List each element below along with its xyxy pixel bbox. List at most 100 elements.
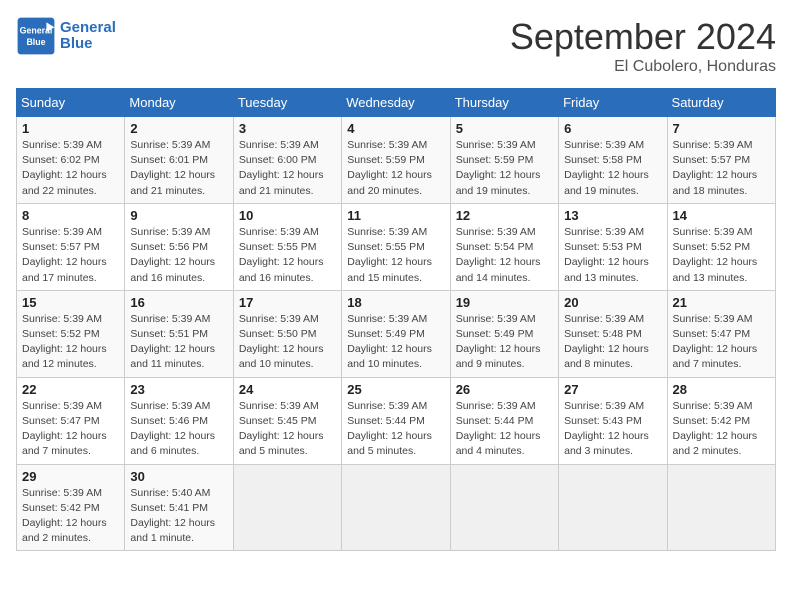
- day-info: Sunrise: 5:39 AM Sunset: 5:59 PM Dayligh…: [347, 138, 444, 199]
- calendar-week-row: 29 Sunrise: 5:39 AM Sunset: 5:42 PM Dayli…: [17, 464, 776, 551]
- day-number: 3: [239, 121, 336, 136]
- svg-text:Blue: Blue: [26, 37, 45, 47]
- calendar-day: 8Sunrise: 5:39 AM Sunset: 5:57 PM Daylig…: [17, 203, 125, 290]
- calendar-day: 14 Sunrise: 5:39 AM Sunset: 5:52 PM Dayli…: [667, 203, 775, 290]
- day-info: Sunrise: 5:39 AM Sunset: 5:57 PM Dayligh…: [673, 138, 770, 199]
- day-number: 12: [456, 208, 553, 223]
- calendar-day: 21 Sunrise: 5:39 AM Sunset: 5:47 PM Dayli…: [667, 290, 775, 377]
- day-number: 24: [239, 382, 336, 397]
- day-info: Sunrise: 5:39 AM Sunset: 5:54 PM Dayligh…: [456, 225, 553, 286]
- calendar-day: 4 Sunrise: 5:39 AM Sunset: 5:59 PM Daylig…: [342, 117, 450, 204]
- calendar-day: [233, 464, 341, 551]
- calendar-day: [450, 464, 558, 551]
- calendar-week-row: 8Sunrise: 5:39 AM Sunset: 5:57 PM Daylig…: [17, 203, 776, 290]
- day-info: Sunrise: 5:40 AM Sunset: 5:41 PM Dayligh…: [130, 486, 227, 547]
- day-info: Sunrise: 5:39 AM Sunset: 5:47 PM Dayligh…: [673, 312, 770, 373]
- logo-text: General Blue: [60, 20, 116, 53]
- day-info: Sunrise: 5:39 AM Sunset: 5:46 PM Dayligh…: [130, 399, 227, 460]
- calendar-table: SundayMondayTuesdayWednesdayThursdayFrid…: [16, 88, 776, 551]
- day-number: 22: [22, 382, 119, 397]
- day-info: Sunrise: 5:39 AM Sunset: 6:01 PM Dayligh…: [130, 138, 227, 199]
- calendar-day: 3 Sunrise: 5:39 AM Sunset: 6:00 PM Daylig…: [233, 117, 341, 204]
- calendar-day: 12 Sunrise: 5:39 AM Sunset: 5:54 PM Dayli…: [450, 203, 558, 290]
- calendar-day: 28Sunrise: 5:39 AM Sunset: 5:42 PM Dayli…: [667, 377, 775, 464]
- location-subtitle: El Cubolero, Honduras: [510, 58, 776, 76]
- day-info: Sunrise: 5:39 AM Sunset: 5:42 PM Dayligh…: [22, 486, 119, 547]
- calendar-day: 22 Sunrise: 5:39 AM Sunset: 5:47 PM Dayli…: [17, 377, 125, 464]
- day-info: Sunrise: 5:39 AM Sunset: 5:51 PM Dayligh…: [130, 312, 227, 373]
- calendar-day: 11Sunrise: 5:39 AM Sunset: 5:55 PM Dayli…: [342, 203, 450, 290]
- calendar-body: 1 Sunrise: 5:39 AM Sunset: 6:02 PM Daylig…: [17, 117, 776, 551]
- day-info: Sunrise: 5:39 AM Sunset: 5:49 PM Dayligh…: [456, 312, 553, 373]
- calendar-day: 25 Sunrise: 5:39 AM Sunset: 5:44 PM Dayli…: [342, 377, 450, 464]
- day-info: Sunrise: 5:39 AM Sunset: 5:55 PM Dayligh…: [239, 225, 336, 286]
- day-info: Sunrise: 5:39 AM Sunset: 5:52 PM Dayligh…: [22, 312, 119, 373]
- calendar-day: [559, 464, 667, 551]
- day-number: 4: [347, 121, 444, 136]
- day-number: 21: [673, 295, 770, 310]
- day-info: Sunrise: 5:39 AM Sunset: 5:44 PM Dayligh…: [456, 399, 553, 460]
- calendar-day: 2 Sunrise: 5:39 AM Sunset: 6:01 PM Daylig…: [125, 117, 233, 204]
- day-info: Sunrise: 5:39 AM Sunset: 5:48 PM Dayligh…: [564, 312, 661, 373]
- logo-icon: General Blue: [16, 16, 56, 56]
- day-number: 14: [673, 208, 770, 223]
- day-number: 27: [564, 382, 661, 397]
- day-info: Sunrise: 5:39 AM Sunset: 5:59 PM Dayligh…: [456, 138, 553, 199]
- logo: General Blue General Blue: [16, 16, 116, 56]
- day-header-monday: Monday: [125, 89, 233, 117]
- month-title: September 2024: [510, 16, 776, 58]
- day-header-wednesday: Wednesday: [342, 89, 450, 117]
- day-info: Sunrise: 5:39 AM Sunset: 6:00 PM Dayligh…: [239, 138, 336, 199]
- calendar-week-row: 22 Sunrise: 5:39 AM Sunset: 5:47 PM Dayli…: [17, 377, 776, 464]
- day-info: Sunrise: 5:39 AM Sunset: 5:50 PM Dayligh…: [239, 312, 336, 373]
- day-info: Sunrise: 5:39 AM Sunset: 5:56 PM Dayligh…: [130, 225, 227, 286]
- day-number: 2: [130, 121, 227, 136]
- day-header-thursday: Thursday: [450, 89, 558, 117]
- day-number: 7: [673, 121, 770, 136]
- title-block: September 2024 El Cubolero, Honduras: [510, 16, 776, 76]
- calendar-week-row: 1 Sunrise: 5:39 AM Sunset: 6:02 PM Daylig…: [17, 117, 776, 204]
- calendar-day: 27Sunrise: 5:39 AM Sunset: 5:43 PM Dayli…: [559, 377, 667, 464]
- page-header: General Blue General Blue September 2024…: [16, 16, 776, 76]
- calendar-day: 19 Sunrise: 5:39 AM Sunset: 5:49 PM Dayli…: [450, 290, 558, 377]
- day-info: Sunrise: 5:39 AM Sunset: 5:52 PM Dayligh…: [673, 225, 770, 286]
- day-number: 26: [456, 382, 553, 397]
- calendar-day: 26 Sunrise: 5:39 AM Sunset: 5:44 PM Dayli…: [450, 377, 558, 464]
- calendar-day: 15 Sunrise: 5:39 AM Sunset: 5:52 PM Dayli…: [17, 290, 125, 377]
- day-number: 15: [22, 295, 119, 310]
- calendar-day: 9 Sunrise: 5:39 AM Sunset: 5:56 PM Daylig…: [125, 203, 233, 290]
- day-number: 30: [130, 469, 227, 484]
- day-number: 25: [347, 382, 444, 397]
- day-number: 23: [130, 382, 227, 397]
- calendar-day: 5 Sunrise: 5:39 AM Sunset: 5:59 PM Daylig…: [450, 117, 558, 204]
- calendar-day: 30 Sunrise: 5:40 AM Sunset: 5:41 PM Dayli…: [125, 464, 233, 551]
- calendar-day: 16Sunrise: 5:39 AM Sunset: 5:51 PM Dayli…: [125, 290, 233, 377]
- day-info: Sunrise: 5:39 AM Sunset: 6:02 PM Dayligh…: [22, 138, 119, 199]
- calendar-day: 7 Sunrise: 5:39 AM Sunset: 5:57 PM Daylig…: [667, 117, 775, 204]
- day-info: Sunrise: 5:39 AM Sunset: 5:49 PM Dayligh…: [347, 312, 444, 373]
- calendar-day: 1 Sunrise: 5:39 AM Sunset: 6:02 PM Daylig…: [17, 117, 125, 204]
- day-info: Sunrise: 5:39 AM Sunset: 5:45 PM Dayligh…: [239, 399, 336, 460]
- day-info: Sunrise: 5:39 AM Sunset: 5:58 PM Dayligh…: [564, 138, 661, 199]
- day-info: Sunrise: 5:39 AM Sunset: 5:53 PM Dayligh…: [564, 225, 661, 286]
- day-info: Sunrise: 5:39 AM Sunset: 5:55 PM Dayligh…: [347, 225, 444, 286]
- day-info: Sunrise: 5:39 AM Sunset: 5:44 PM Dayligh…: [347, 399, 444, 460]
- calendar-header-row: SundayMondayTuesdayWednesdayThursdayFrid…: [17, 89, 776, 117]
- calendar-day: [667, 464, 775, 551]
- calendar-day: 23 Sunrise: 5:39 AM Sunset: 5:46 PM Dayli…: [125, 377, 233, 464]
- day-number: 17: [239, 295, 336, 310]
- day-info: Sunrise: 5:39 AM Sunset: 5:47 PM Dayligh…: [22, 399, 119, 460]
- day-number: 9: [130, 208, 227, 223]
- calendar-day: 10Sunrise: 5:39 AM Sunset: 5:55 PM Dayli…: [233, 203, 341, 290]
- day-number: 1: [22, 121, 119, 136]
- day-header-saturday: Saturday: [667, 89, 775, 117]
- calendar-day: 18 Sunrise: 5:39 AM Sunset: 5:49 PM Dayli…: [342, 290, 450, 377]
- calendar-day: 24 Sunrise: 5:39 AM Sunset: 5:45 PM Dayli…: [233, 377, 341, 464]
- day-number: 5: [456, 121, 553, 136]
- day-number: 18: [347, 295, 444, 310]
- day-number: 6: [564, 121, 661, 136]
- day-number: 29: [22, 469, 119, 484]
- day-info: Sunrise: 5:39 AM Sunset: 5:42 PM Dayligh…: [673, 399, 770, 460]
- day-header-sunday: Sunday: [17, 89, 125, 117]
- day-number: 19: [456, 295, 553, 310]
